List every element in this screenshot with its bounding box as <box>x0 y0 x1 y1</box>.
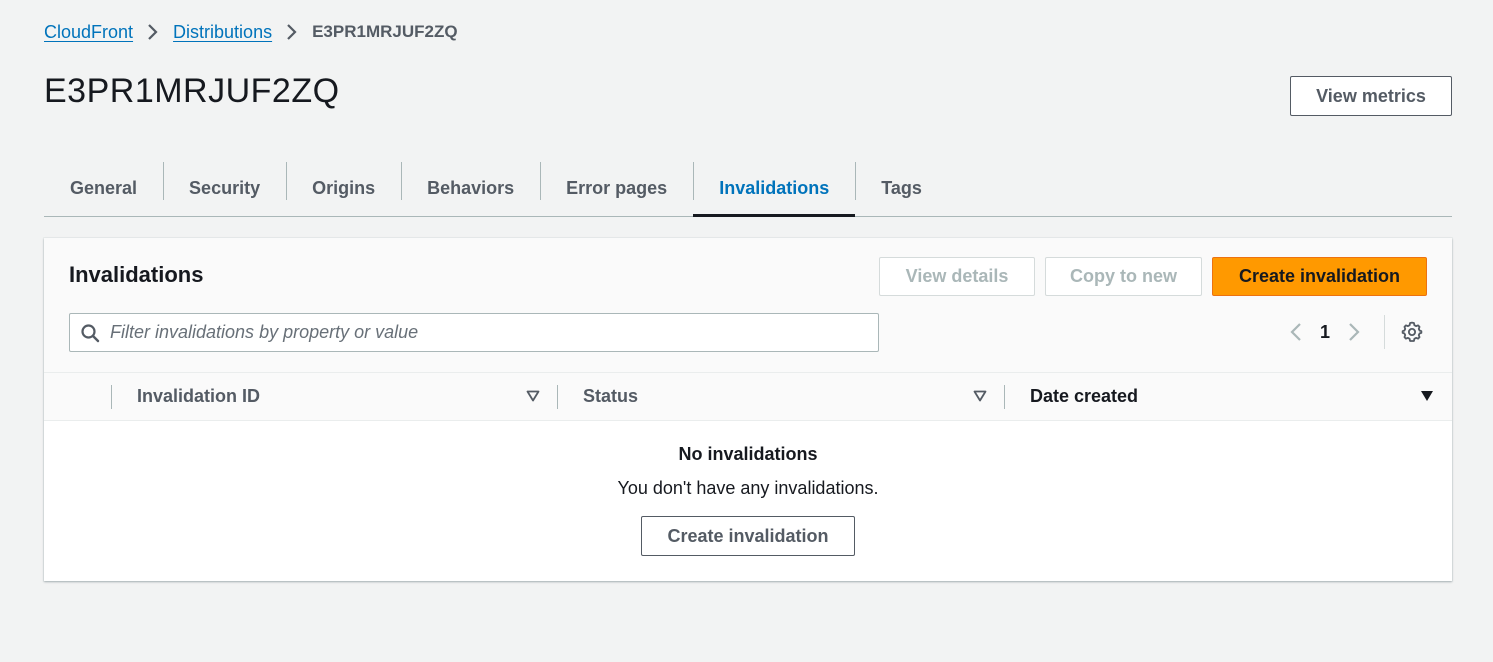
empty-create-invalidation-button[interactable]: Create invalidation <box>641 516 855 556</box>
page: CloudFront Distributions E3PR1MRJUF2ZQ E… <box>0 0 1493 662</box>
caret-down-icon[interactable] <box>972 388 988 404</box>
tab-general[interactable]: General <box>44 160 163 216</box>
chevron-right-icon[interactable] <box>1338 316 1370 348</box>
filter-input[interactable] <box>110 314 878 351</box>
divider <box>1384 315 1385 349</box>
create-invalidation-button[interactable]: Create invalidation <box>1212 257 1427 296</box>
tab-security[interactable]: Security <box>163 160 286 216</box>
caret-down-icon[interactable] <box>1419 388 1435 404</box>
breadcrumb-current: E3PR1MRJUF2ZQ <box>312 22 458 41</box>
tab-bar: General Security Origins Behaviors Error… <box>44 160 1452 217</box>
column-header-label: Date created <box>1030 386 1139 406</box>
tab-behaviors[interactable]: Behaviors <box>401 160 540 216</box>
chevron-right-icon <box>272 21 312 43</box>
container-title: Invalidations <box>69 262 204 287</box>
tab-error-pages[interactable]: Error pages <box>540 160 693 216</box>
pagination: 1 <box>1280 316 1370 348</box>
page-title: E3PR1MRJUF2ZQ <box>44 72 340 110</box>
filter-field[interactable] <box>69 313 879 352</box>
caret-down-icon[interactable] <box>525 388 541 404</box>
breadcrumb: CloudFront Distributions E3PR1MRJUF2ZQ <box>44 21 458 43</box>
tab-origins[interactable]: Origins <box>286 160 401 216</box>
column-header-label: Status <box>583 386 639 406</box>
empty-state-description: You don't have any invalidations. <box>617 478 879 498</box>
breadcrumb-link-distributions[interactable]: Distributions <box>173 22 272 43</box>
column-header-date-created[interactable]: Date created <box>1030 373 1410 420</box>
page-number[interactable]: 1 <box>1312 322 1338 343</box>
search-icon <box>70 313 110 352</box>
column-divider <box>1004 385 1005 409</box>
view-metrics-button[interactable]: View metrics <box>1290 76 1452 116</box>
empty-state-title: No invalidations <box>678 444 818 464</box>
chevron-right-icon <box>133 21 173 43</box>
column-header-status[interactable]: Status <box>583 373 1003 420</box>
breadcrumb-link-cloudfront[interactable]: CloudFront <box>44 22 133 43</box>
container-header: Invalidations View details Copy to new C… <box>44 238 1452 372</box>
column-divider <box>111 385 112 409</box>
tab-invalidations[interactable]: Invalidations <box>693 160 856 217</box>
chevron-left-icon[interactable] <box>1280 316 1312 348</box>
copy-to-new-button[interactable]: Copy to new <box>1045 257 1202 296</box>
gear-icon[interactable] <box>1396 316 1428 348</box>
column-header-label: Invalidation ID <box>137 386 261 406</box>
invalidations-container: Invalidations View details Copy to new C… <box>44 238 1452 581</box>
view-details-button[interactable]: View details <box>879 257 1035 296</box>
column-header-invalidation-id[interactable]: Invalidation ID <box>137 373 557 420</box>
table-header: Invalidation ID Status Date created <box>44 372 1452 421</box>
column-divider <box>557 385 558 409</box>
tab-tags[interactable]: Tags <box>855 160 948 216</box>
